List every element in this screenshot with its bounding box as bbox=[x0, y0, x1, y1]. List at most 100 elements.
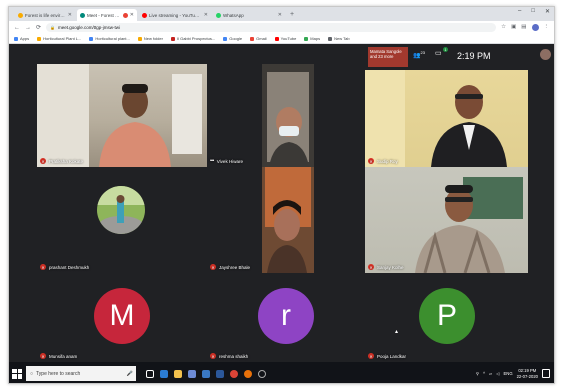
close-icon[interactable]: ✕ bbox=[68, 12, 72, 18]
reload-icon[interactable]: ⟳ bbox=[36, 24, 41, 31]
close-icon[interactable]: ✕ bbox=[130, 12, 134, 18]
bookmark-item[interactable]: Horticultural Plant L... bbox=[37, 36, 81, 41]
tab-youtube[interactable]: Live streaming - YouTube Studio ✕ bbox=[139, 9, 211, 21]
volume-icon[interactable]: ◁ bbox=[496, 371, 499, 376]
address-bar[interactable]: 🔒 meet.google.com/ttgp-jmsw-twi bbox=[46, 23, 497, 32]
participant-name-tag: ✕ reshma shaikh bbox=[210, 353, 248, 359]
tab-search-icon[interactable]: ▤ bbox=[521, 24, 526, 31]
participant-name-tag: ✕ Pooja Landkar bbox=[368, 353, 406, 359]
page-icon bbox=[170, 36, 175, 41]
menu-icon[interactable]: ⋮ bbox=[544, 24, 550, 31]
mic-off-icon: ✕ bbox=[40, 158, 46, 164]
back-icon[interactable]: ← bbox=[14, 25, 20, 31]
tab-favicon bbox=[216, 12, 221, 18]
close-icon[interactable]: ✕ bbox=[278, 12, 282, 18]
participant-name: Sudip Roy bbox=[377, 158, 398, 164]
search-placeholder: Type here to search bbox=[36, 370, 81, 377]
tab-whatsapp[interactable]: WhatsApp ✕ bbox=[213, 9, 285, 21]
extension-icon[interactable]: ▣ bbox=[511, 24, 516, 31]
recording-icon bbox=[122, 12, 128, 18]
presenting-thumbnail[interactable]: Mamata Sangole and 23 more bbox=[368, 47, 408, 67]
participant-name: Jayshree Bhale bbox=[219, 264, 251, 270]
avatar-initial: M bbox=[109, 299, 135, 332]
bookmark-label: New folder bbox=[143, 36, 163, 41]
mic-icon[interactable]: 🎤 bbox=[127, 371, 133, 377]
participant-tile[interactable]: ✕ Sudip Roy bbox=[365, 70, 528, 167]
bookmark-label: Gmail bbox=[256, 36, 267, 41]
chevron-up-icon[interactable]: ^ bbox=[483, 371, 485, 376]
windows-icon[interactable] bbox=[12, 368, 22, 379]
taskbar-date: 22-07-2020 bbox=[516, 373, 538, 379]
bookmark-item[interactable]: Horticultural plant... bbox=[89, 36, 130, 41]
tab-meet[interactable]: Meet - Forest Conservation ✕ bbox=[77, 9, 137, 21]
participant-name: Munsifa anam bbox=[49, 353, 78, 359]
participant-tile[interactable]: ✕ Pratiksha Kokate bbox=[37, 64, 207, 167]
chrome-icon[interactable] bbox=[230, 369, 238, 378]
mail-icon[interactable] bbox=[202, 369, 210, 378]
presenting-text: Mamata Sangole and 23 more bbox=[370, 49, 402, 60]
toolbar-actions: ☆ ▣ ▤ ⋮ bbox=[501, 24, 549, 31]
task-view-icon[interactable] bbox=[146, 369, 154, 378]
taskbar-clock[interactable]: 02:19 PM 22-07-2020 bbox=[517, 368, 538, 379]
google-icon bbox=[223, 36, 228, 41]
self-avatar[interactable] bbox=[540, 49, 551, 60]
bookmark-item[interactable]: New folder bbox=[137, 36, 163, 41]
store-icon[interactable] bbox=[188, 369, 196, 378]
star-icon[interactable]: ☆ bbox=[501, 24, 506, 31]
participant-name: Pratiksha Kokate bbox=[49, 158, 84, 164]
new-tab-button[interactable]: + bbox=[287, 9, 297, 21]
bookmark-label: New Tab bbox=[334, 36, 350, 41]
participant-name-tag: ✕ Sudip Roy bbox=[368, 158, 398, 164]
word-icon[interactable] bbox=[216, 369, 224, 378]
taskbar-search[interactable]: ○ Type here to search 🎤 bbox=[26, 366, 136, 381]
participant-tile[interactable]: M ✕ Munsifa anam bbox=[37, 273, 207, 362]
mic-off-icon: ✕ bbox=[368, 353, 374, 359]
bookmark-item[interactable]: Gmail bbox=[250, 36, 267, 41]
tab-favicon bbox=[18, 12, 23, 18]
minimize-icon[interactable]: – bbox=[518, 8, 521, 15]
participant-tile[interactable]: ✕ Sanjay Kolhe bbox=[365, 167, 528, 273]
forward-icon[interactable]: → bbox=[25, 25, 31, 31]
bookmark-item[interactable]: Maps bbox=[304, 36, 320, 41]
close-icon[interactable]: ✕ bbox=[204, 12, 208, 18]
participant-name-tag: ••• Vivek Hiware bbox=[210, 158, 243, 164]
mic-off-icon: ✕ bbox=[368, 158, 374, 164]
participant-tile[interactable]: ••• Vivek Hiware bbox=[207, 64, 365, 167]
notification-icon[interactable] bbox=[542, 369, 550, 378]
tab-strip: Forest is life environment - Goo ✕ Meet … bbox=[9, 7, 554, 21]
network-icon[interactable]: ▱ bbox=[489, 371, 492, 376]
cursor-icon: ▴ bbox=[395, 329, 399, 335]
explorer-icon[interactable] bbox=[174, 369, 182, 378]
bookmark-apps[interactable]: Apps bbox=[14, 36, 29, 41]
bookmark-item[interactable]: Il Gabbi Prospectus... bbox=[170, 36, 215, 41]
globe-icon bbox=[328, 36, 333, 41]
language-indicator[interactable]: ENG bbox=[504, 371, 513, 376]
edge-icon[interactable] bbox=[160, 369, 168, 378]
maximize-icon[interactable]: □ bbox=[531, 8, 535, 15]
participant-name-tag: ✕ prashant Deshmukh bbox=[40, 264, 89, 270]
gmail-icon bbox=[250, 36, 255, 41]
participant-tile[interactable]: ✕ Jayshree Bhale bbox=[207, 167, 365, 273]
more-icon[interactable]: ••• bbox=[210, 158, 214, 164]
avatar-photo bbox=[97, 186, 145, 234]
people-button[interactable]: 👥23 bbox=[413, 50, 425, 59]
tab-forest-doc[interactable]: Forest is life environment - Goo ✕ bbox=[15, 9, 75, 21]
media-icon[interactable] bbox=[244, 369, 252, 378]
browser-window: Forest is life environment - Goo ✕ Meet … bbox=[8, 6, 555, 384]
bookmark-item[interactable]: YouTube bbox=[274, 36, 297, 41]
bookmark-item[interactable]: New Tab bbox=[328, 36, 350, 41]
bookmark-label: YouTube bbox=[280, 36, 297, 41]
chat-button[interactable]: ▭ 1 bbox=[435, 47, 448, 59]
participant-tile[interactable]: r ✕ reshma shaikh bbox=[207, 273, 365, 362]
bookmark-item[interactable]: Google bbox=[223, 36, 242, 41]
participant-tile[interactable]: ✕ prashant Deshmukh bbox=[37, 167, 207, 273]
participant-tile[interactable]: P ✕ Pooja Landkar bbox=[365, 273, 528, 362]
bookmark-label: Horticultural plant... bbox=[95, 36, 130, 41]
app-icon[interactable] bbox=[258, 369, 266, 378]
profile-avatar[interactable] bbox=[531, 24, 539, 31]
participant-name-tag: ✕ Jayshree Bhale bbox=[210, 264, 250, 270]
folder-icon bbox=[137, 36, 142, 41]
close-window-icon[interactable]: ✕ bbox=[545, 8, 550, 15]
window-controls: – □ ✕ bbox=[518, 8, 550, 15]
people-icon[interactable]: ⚲ bbox=[476, 371, 479, 376]
